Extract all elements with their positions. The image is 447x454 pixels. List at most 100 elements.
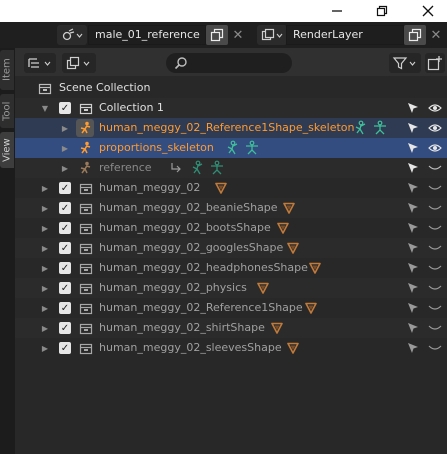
exclude-checkbox[interactable]: ✓ xyxy=(59,182,71,194)
select-toggle-icon[interactable] xyxy=(405,240,421,256)
select-toggle-icon[interactable] xyxy=(405,340,421,356)
select-toggle-icon[interactable] xyxy=(405,100,421,116)
outliner-row[interactable]: ▶ human_meggy_02_Reference1Shape_skeleto… xyxy=(15,118,447,138)
expand-arrow-icon[interactable]: ▶ xyxy=(40,258,50,278)
eye-closed-icon[interactable] xyxy=(427,240,443,256)
expand-arrow-icon[interactable]: ▶ xyxy=(40,198,50,218)
mesh-data-icon xyxy=(215,182,227,194)
view-layer-browse-button[interactable] xyxy=(257,25,287,45)
outliner-row[interactable]: ▶ ✓ human_meggy_02_physics xyxy=(15,278,447,298)
outliner-row[interactable]: ▶ ✓ human_meggy_02_headphonesShape xyxy=(15,258,447,278)
outliner-row[interactable]: ▶ ✓ human_meggy_02_bootsShape xyxy=(15,218,447,238)
outliner-row[interactable]: ▶ ✓ human_meggy_02_shirtShape xyxy=(15,318,447,338)
select-toggle-icon[interactable] xyxy=(405,260,421,276)
exclude-checkbox[interactable]: ✓ xyxy=(59,222,71,234)
select-toggle-icon[interactable] xyxy=(405,120,421,136)
view-layer-delete-button[interactable]: ✕ xyxy=(427,25,445,45)
select-toggle-icon[interactable] xyxy=(405,320,421,336)
editor-type-button[interactable] xyxy=(24,53,56,73)
select-toggle-icon[interactable] xyxy=(405,200,421,216)
sidebar-tabs: Item Tool View xyxy=(0,48,15,454)
object-name: human_meggy_02_Reference1Shape xyxy=(99,301,303,314)
mesh-data-icon xyxy=(257,282,269,294)
scene-name-field[interactable]: male_01_reference xyxy=(88,25,206,45)
eye-closed-icon[interactable] xyxy=(427,180,443,196)
close-icon[interactable] xyxy=(416,0,440,22)
mesh-data-icon xyxy=(309,262,321,274)
view-layer-name-field[interactable]: RenderLayer xyxy=(286,25,404,45)
exclude-checkbox[interactable]: ✓ xyxy=(59,242,71,254)
minimize-icon[interactable] xyxy=(325,0,349,22)
select-toggle-icon[interactable] xyxy=(405,220,421,236)
eye-closed-icon[interactable] xyxy=(427,280,443,296)
outliner-row[interactable]: ▶ ✓ human_meggy_02_sleevesShape xyxy=(15,338,447,358)
collection-icon xyxy=(78,240,94,256)
outliner-row[interactable]: ▶ ✓ human_meggy_02_beanieShape xyxy=(15,198,447,218)
eye-closed-icon[interactable] xyxy=(427,340,443,356)
scene-collection-row[interactable]: Scene Collection xyxy=(15,78,447,98)
exclude-checkbox[interactable]: ✓ xyxy=(59,322,71,334)
collection-icon xyxy=(78,340,94,356)
exclude-checkbox[interactable]: ✓ xyxy=(59,342,71,354)
eye-closed-icon[interactable] xyxy=(427,260,443,276)
expand-arrow-icon[interactable]: ▶ xyxy=(40,318,50,338)
outliner-row[interactable]: ▶ ✓ human_meggy_02_googlesShape xyxy=(15,238,447,258)
object-name: human_meggy_02 xyxy=(99,181,201,194)
expand-arrow-icon[interactable]: ▶ xyxy=(40,278,50,298)
collection-row[interactable]: ▼ ✓ Collection 1 xyxy=(15,98,447,118)
outliner-row[interactable]: ▶ reference xyxy=(15,158,447,178)
eye-closed-icon[interactable] xyxy=(427,300,443,316)
expand-arrow-icon[interactable]: ▼ xyxy=(40,98,50,118)
exclude-checkbox[interactable]: ✓ xyxy=(59,282,71,294)
exclude-checkbox[interactable]: ✓ xyxy=(59,102,71,114)
scene-delete-button[interactable]: ✕ xyxy=(229,25,247,45)
new-collection-button[interactable] xyxy=(425,53,445,73)
tab-view[interactable]: View xyxy=(0,132,14,168)
select-toggle-icon[interactable] xyxy=(405,160,421,176)
search-input[interactable] xyxy=(166,53,292,73)
object-name: reference xyxy=(99,161,152,174)
eye-closed-icon[interactable] xyxy=(427,200,443,216)
select-toggle-icon[interactable] xyxy=(405,300,421,316)
scene-copy-button[interactable] xyxy=(206,25,228,45)
exclude-checkbox[interactable]: ✓ xyxy=(59,202,71,214)
expand-arrow-icon[interactable]: ▶ xyxy=(40,298,50,318)
armature-data-icon xyxy=(244,140,260,156)
eye-icon[interactable] xyxy=(427,100,443,116)
view-layer-copy-button[interactable] xyxy=(404,25,426,45)
pose-icon xyxy=(189,160,205,176)
expand-arrow-icon[interactable]: ▶ xyxy=(60,158,70,178)
armature-icon xyxy=(77,140,93,156)
select-toggle-icon[interactable] xyxy=(405,280,421,296)
expand-arrow-icon[interactable]: ▶ xyxy=(60,138,70,158)
select-toggle-icon[interactable] xyxy=(405,180,421,196)
eye-closed-icon[interactable] xyxy=(427,220,443,236)
expand-arrow-icon[interactable]: ▶ xyxy=(40,338,50,358)
display-mode-button[interactable] xyxy=(62,53,96,73)
eye-icon[interactable] xyxy=(427,140,443,156)
eye-closed-icon[interactable] xyxy=(427,320,443,336)
exclude-checkbox[interactable]: ✓ xyxy=(59,302,71,314)
topbar: male_01_reference ✕ RenderLayer ✕ xyxy=(0,22,447,48)
expand-arrow-icon[interactable]: ▶ xyxy=(40,218,50,238)
scene-browse-button[interactable] xyxy=(57,25,87,45)
tab-tool[interactable]: Tool xyxy=(0,94,14,128)
expand-arrow-icon[interactable]: ▶ xyxy=(40,238,50,258)
eye-icon[interactable] xyxy=(427,120,443,136)
collection-label: Collection 1 xyxy=(99,101,164,114)
outliner-row[interactable]: ▶ ✓ human_meggy_02_Reference1Shape xyxy=(15,298,447,318)
select-toggle-icon[interactable] xyxy=(405,140,421,156)
expand-arrow-icon[interactable]: ▶ xyxy=(40,178,50,198)
mesh-data-icon xyxy=(287,342,299,354)
expand-arrow-icon[interactable]: ▶ xyxy=(60,118,70,138)
outliner-row[interactable]: ▶ ✓ human_meggy_02 xyxy=(15,178,447,198)
copy-icon xyxy=(210,28,224,42)
filter-button[interactable] xyxy=(389,53,421,73)
outliner-row[interactable]: ▶ proportions_skeleton xyxy=(15,138,447,158)
eye-closed-icon[interactable] xyxy=(427,160,443,176)
search-icon xyxy=(174,57,187,70)
exclude-checkbox[interactable]: ✓ xyxy=(59,262,71,274)
collection-icon xyxy=(78,300,94,316)
maximize-icon[interactable] xyxy=(370,0,394,22)
tab-item[interactable]: Item xyxy=(0,50,14,90)
